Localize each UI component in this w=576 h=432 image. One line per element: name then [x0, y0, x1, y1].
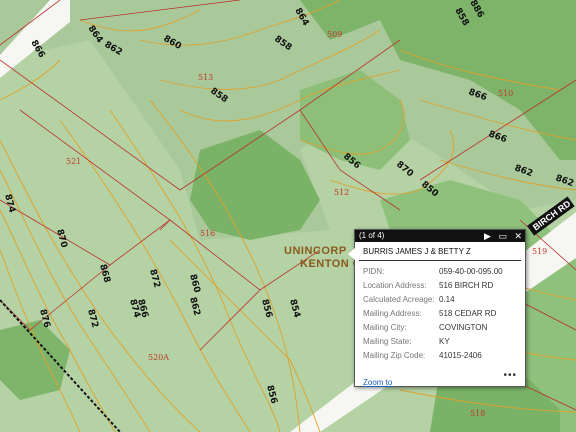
field-label: Mailing Zip Code:	[363, 351, 426, 360]
area-label: UNINCORP	[284, 245, 347, 257]
field-value: 518 CEDAR RD	[439, 309, 497, 318]
popup-title: BURRIS JAMES J & BETTY Z	[359, 242, 521, 261]
lot-label: 516	[200, 229, 215, 238]
popup-counter: (1 of 4)	[359, 231, 385, 240]
table-row: Mailing City: COVINGTON	[363, 323, 503, 337]
field-value: 059-40-00-095.00	[439, 267, 503, 276]
field-value: 0.14	[439, 295, 455, 304]
field-label: Mailing City:	[363, 323, 407, 332]
parcel-popup: (1 of 4) ▶ ▭ ✕ BURRIS JAMES J & BETTY Z …	[348, 229, 526, 387]
field-value: 516 BIRCH RD	[439, 281, 494, 290]
table-row: Mailing Zip Code: 41015-2406	[363, 351, 503, 365]
lot-label: 510	[498, 89, 513, 98]
lot-label: 509	[327, 30, 342, 39]
field-label: Calculated Acreage:	[363, 295, 435, 304]
maximize-icon[interactable]: ▭	[498, 231, 507, 241]
next-feature-icon[interactable]: ▶	[484, 231, 491, 241]
popup-header: (1 of 4) ▶ ▭ ✕	[355, 230, 525, 242]
lot-label: 513	[198, 73, 213, 82]
lot-label: 519	[532, 247, 547, 256]
field-value: COVINGTON	[439, 323, 488, 332]
table-row: Mailing Address: 518 CEDAR RD	[363, 309, 503, 323]
lot-label: 518	[470, 409, 485, 418]
field-value: 41015-2406	[439, 351, 482, 360]
field-label: PIDN:	[363, 267, 385, 276]
field-label: Mailing Address:	[363, 309, 422, 318]
table-row: Calculated Acreage: 0.14	[363, 295, 503, 309]
table-row: PIDN: 059-40-00-095.00	[363, 267, 503, 281]
lot-label: 521	[66, 157, 81, 166]
lot-label: 512	[334, 188, 349, 197]
zoom-to-link[interactable]: Zoom to	[363, 378, 392, 387]
field-label: Mailing State:	[363, 337, 412, 346]
close-icon[interactable]: ✕	[514, 231, 522, 241]
popup-footer: Zoom to •••	[363, 370, 517, 387]
field-value: KY	[439, 337, 450, 346]
popup-pointer	[348, 248, 355, 260]
table-row: Mailing State: KY	[363, 337, 503, 351]
table-row: Location Address: 516 BIRCH RD	[363, 281, 503, 295]
attribute-table: PIDN: 059-40-00-095.00 Location Address: 5…	[363, 267, 503, 365]
more-actions-icon[interactable]: •••	[503, 370, 517, 381]
field-label: Location Address:	[363, 281, 427, 290]
lot-label: 520A	[148, 353, 169, 362]
